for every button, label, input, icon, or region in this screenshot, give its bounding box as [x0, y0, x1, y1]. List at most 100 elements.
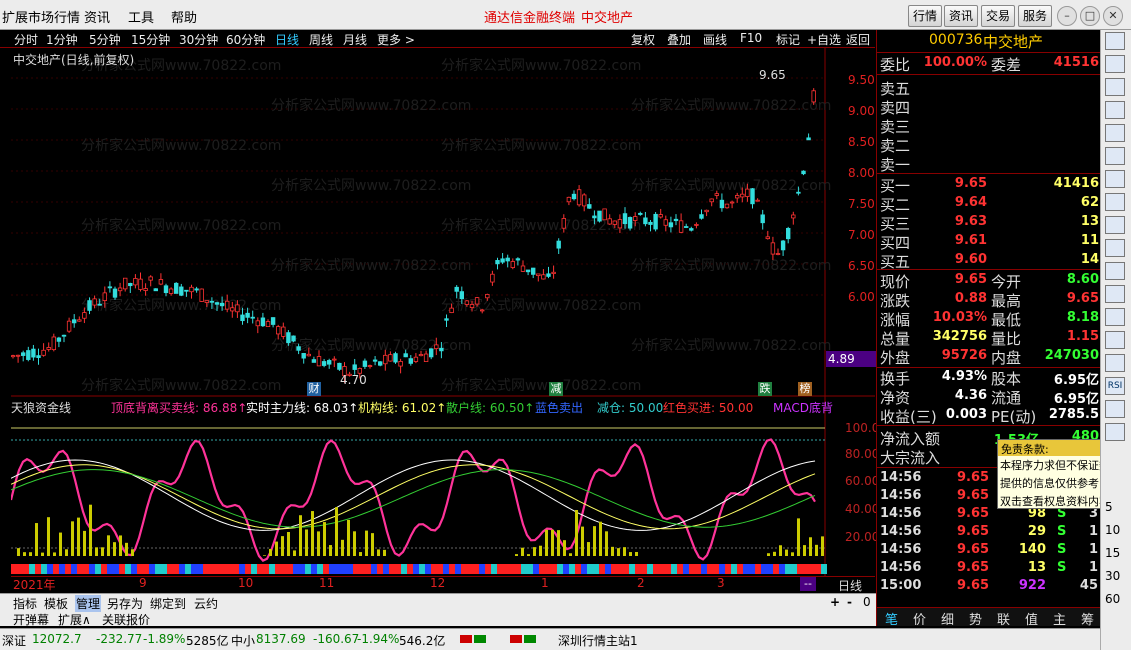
period-shortcut[interactable]: 30: [1105, 569, 1120, 583]
fall-marker[interactable]: 跌: [758, 382, 772, 396]
period-tab-weekly[interactable]: 周线: [309, 31, 333, 48]
watermark-text: 分析家公式网www.70822.com: [441, 57, 641, 74]
add-watchlist-button[interactable]: +自选: [807, 31, 841, 48]
quote-tab[interactable]: 联: [997, 609, 1010, 628]
f10-icon[interactable]: [1105, 216, 1125, 234]
tab-template[interactable]: 模板: [44, 595, 68, 612]
watermark-text: 分析家公式网www.70822.com: [631, 177, 831, 194]
market-button[interactable]: 行情: [908, 5, 942, 27]
service-button[interactable]: 服务: [1018, 5, 1052, 27]
trade-time: 15:00: [880, 578, 922, 593]
stat-label: 外盘: [880, 349, 911, 367]
news-button[interactable]: 资讯: [944, 5, 978, 27]
list-icon[interactable]: [1105, 55, 1125, 73]
period-tab-monthly[interactable]: 月线: [343, 31, 367, 48]
reduce-marker[interactable]: 减: [549, 382, 563, 396]
tab-cloud[interactable]: 云约: [194, 595, 218, 612]
chart-icon[interactable]: [1105, 78, 1125, 96]
zoom-out-button[interactable]: -: [847, 595, 852, 609]
money-icon[interactable]: [1105, 400, 1125, 418]
quote-tab[interactable]: 主: [1053, 609, 1066, 628]
indicator-name[interactable]: 天狼资金线: [11, 399, 71, 416]
signal-band-cell: [311, 564, 317, 574]
zoom-reset-button[interactable]: 0: [863, 595, 871, 609]
ss-icon[interactable]: [1105, 239, 1125, 257]
percent-icon[interactable]: [1105, 354, 1125, 372]
finance-marker[interactable]: 财: [307, 382, 321, 396]
buy-level-row[interactable]: 买二 9.64 62: [877, 194, 1101, 214]
candle-body: [566, 196, 572, 203]
rank-marker[interactable]: 榜: [798, 382, 812, 396]
buy-level-row[interactable]: 买五 9.60 14: [877, 251, 1101, 271]
kline-icon[interactable]: [1105, 170, 1125, 188]
indicator-bar: [359, 552, 362, 556]
stat-label: 最低: [991, 311, 1022, 329]
quote-icon[interactable]: [1105, 101, 1125, 119]
sell-level-row: 卖三: [877, 116, 1101, 136]
trade-time: 14:56: [880, 560, 922, 575]
plus-icon[interactable]: [1105, 262, 1125, 280]
indicator-bar: [383, 549, 386, 556]
compare-icon[interactable]: [1105, 331, 1125, 349]
draw-line-button[interactable]: 画线: [703, 31, 727, 48]
menu-extended-market[interactable]: 扩展市场行情: [2, 7, 80, 26]
rsi-icon[interactable]: RSI: [1105, 377, 1125, 395]
period-tab-5min[interactable]: 5分钟: [89, 31, 121, 48]
menu-tools[interactable]: 工具: [128, 7, 154, 26]
tab-bind[interactable]: 绑定到: [150, 595, 186, 612]
quote-tab[interactable]: 价: [913, 609, 926, 628]
tab-manage[interactable]: 管理: [75, 595, 102, 612]
restore-icon[interactable]: □: [1080, 6, 1100, 26]
tab-indicator[interactable]: 指标: [13, 595, 37, 612]
danmu-toggle[interactable]: 开弹幕: [13, 611, 49, 628]
indicator-bar: [353, 531, 356, 556]
f10-button[interactable]: F10: [740, 31, 762, 45]
period-tab-60min[interactable]: 60分钟: [226, 31, 265, 48]
related-quote-toggle[interactable]: 关联报价: [102, 611, 150, 628]
home-icon[interactable]: [1105, 32, 1125, 50]
tools-icon[interactable]: [1105, 423, 1125, 441]
time-tick: 3: [717, 576, 725, 590]
fuquan-button[interactable]: 复权: [631, 31, 655, 48]
candle-body: [704, 209, 709, 213]
period-shortcut[interactable]: 15: [1105, 546, 1120, 560]
candle-body: [362, 360, 368, 367]
trend-icon[interactable]: [1105, 147, 1125, 165]
kline-chart[interactable]: 分析家公式网www.70822.com 分析家公式网www.70822.com 分析…: [11, 48, 875, 596]
quote-tab[interactable]: 筹: [1081, 609, 1094, 628]
fiz-icon[interactable]: [1105, 285, 1125, 303]
tab-save-as[interactable]: 另存为: [107, 595, 143, 612]
quote-tab[interactable]: 值: [1025, 609, 1038, 628]
period-tab-15min[interactable]: 15分钟: [131, 31, 170, 48]
period-tab-fenshi[interactable]: 分时: [14, 31, 38, 48]
period-shortcut[interactable]: 5: [1105, 500, 1113, 514]
signal-band-cell: [107, 564, 113, 574]
buy-level-row[interactable]: 买一 9.65 41416: [877, 175, 1101, 195]
period-tab-1min[interactable]: 1分钟: [46, 31, 78, 48]
menu-news[interactable]: 资讯: [84, 7, 110, 26]
minimize-icon[interactable]: –: [1057, 6, 1077, 26]
buy-level-row[interactable]: 买四 9.61 11: [877, 232, 1101, 252]
quote-tab[interactable]: 势: [969, 609, 982, 628]
book-icon[interactable]: [1105, 308, 1125, 326]
buy-level-row[interactable]: 买三 9.63 13: [877, 213, 1101, 233]
close-icon[interactable]: ✕: [1103, 6, 1123, 26]
info-icon[interactable]: [1105, 193, 1125, 211]
period-shortcut[interactable]: 60: [1105, 592, 1120, 606]
period-tab-30min[interactable]: 30分钟: [179, 31, 218, 48]
quote-tab[interactable]: 笔: [885, 609, 898, 628]
trade-button[interactable]: 交易: [981, 5, 1015, 27]
expand-toggle[interactable]: 扩展∧: [58, 611, 91, 628]
bar-chart-icon[interactable]: [1105, 124, 1125, 142]
period-shortcut[interactable]: 10: [1105, 523, 1120, 537]
menu-help[interactable]: 帮助: [171, 7, 197, 26]
quote-stat-row: 现价 9.65 今开 8.60: [877, 271, 1101, 291]
zoom-in-button[interactable]: +: [830, 595, 840, 609]
mark-button[interactable]: 标记: [776, 31, 800, 48]
period-tab-more[interactable]: 更多 >: [377, 31, 415, 48]
period-tab-daily[interactable]: 日线: [275, 31, 299, 48]
overlay-button[interactable]: 叠加: [667, 31, 691, 48]
back-button[interactable]: 返回: [846, 31, 870, 48]
sell-level-label: 卖三: [880, 118, 911, 136]
quote-tab[interactable]: 细: [941, 609, 954, 628]
